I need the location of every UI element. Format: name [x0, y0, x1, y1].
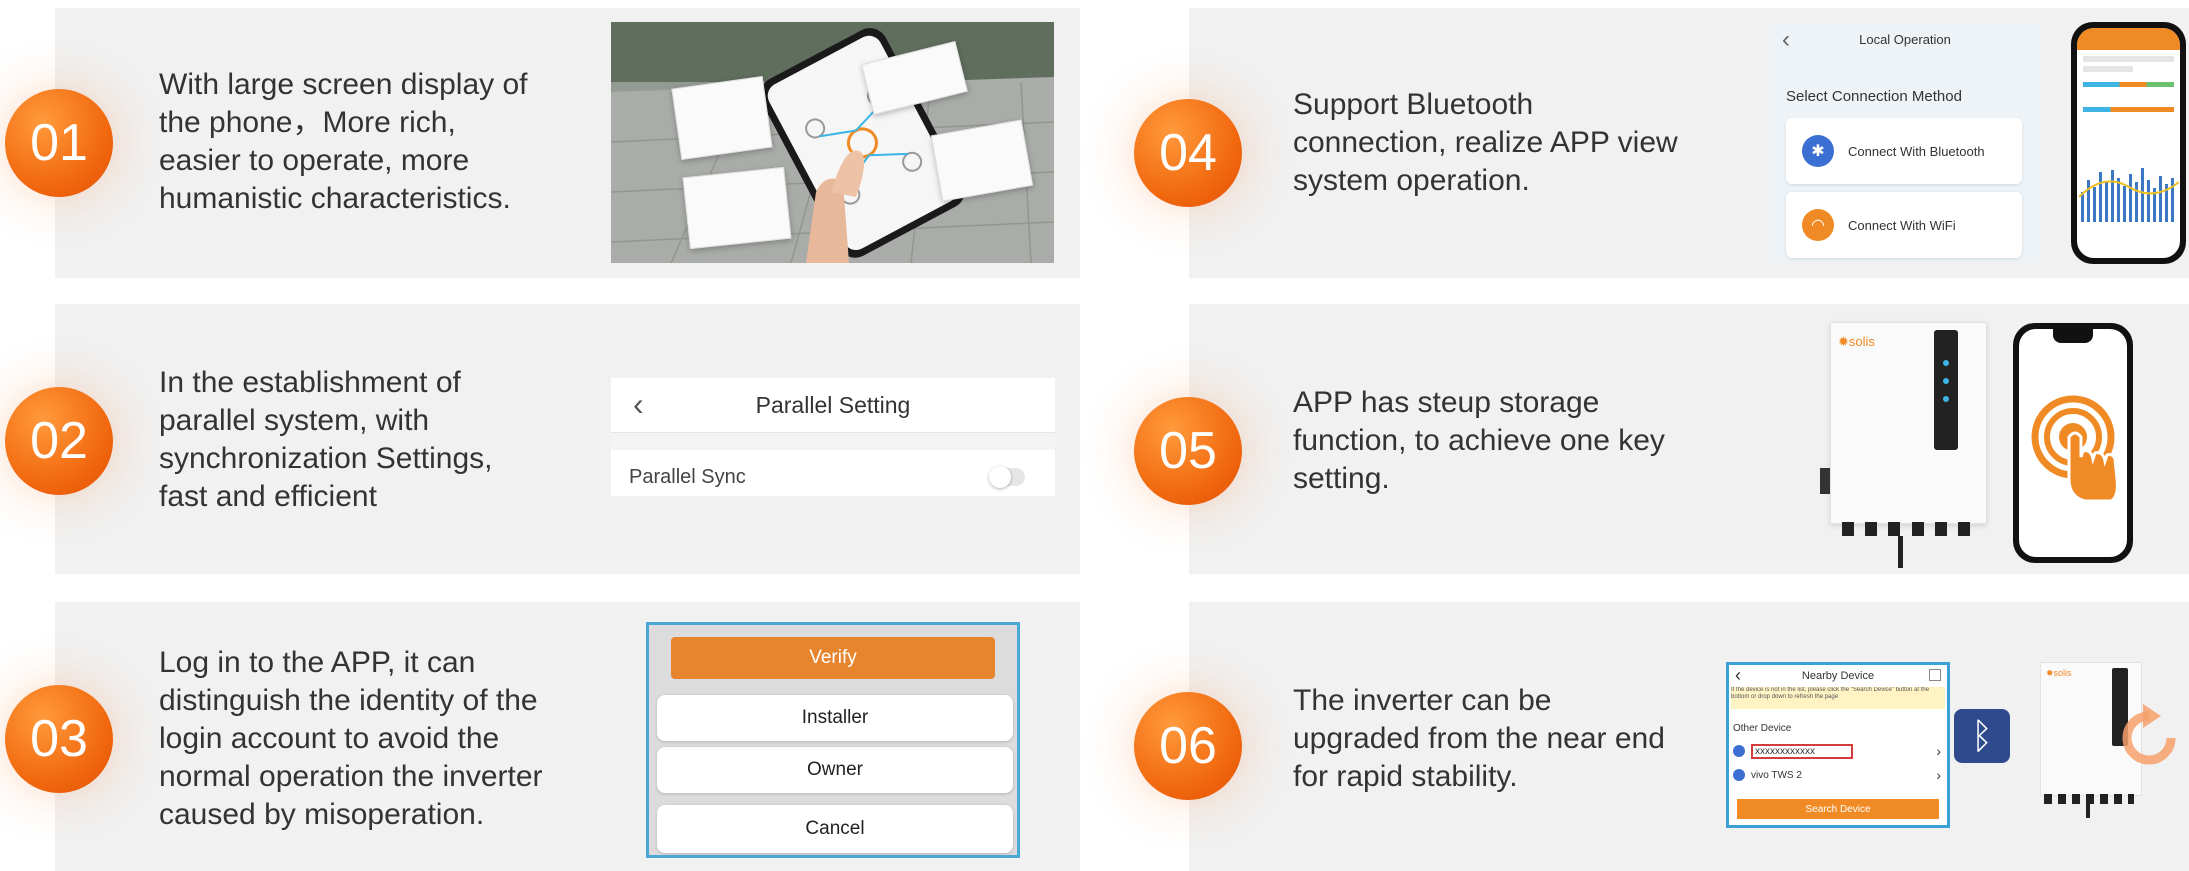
connect-wifi-label: Connect With WiFi — [1848, 217, 1956, 233]
toggle-knob — [989, 466, 1011, 488]
feature-description: Support Bluetooth connection, realize APP… — [1293, 88, 1678, 197]
phone-screen — [2019, 329, 2127, 557]
feature-description: With large screen display of the phone，Mo… — [159, 68, 528, 215]
device-row[interactable]: vivo TWS 2 › — [1733, 765, 1943, 785]
feature-number-badge: 04 — [1134, 99, 1242, 207]
feature-description: APP has steup storage function, to achiev… — [1293, 386, 1665, 495]
solis-logo-icon: ✹ — [1838, 334, 1849, 349]
local-operation-screen: ‹ Local Operation Select Connection Meth… — [1770, 22, 2040, 262]
parallel-sync-row: Parallel Sync — [611, 450, 1055, 496]
device-name: vivo TWS 2 — [1751, 769, 1802, 781]
wifi-icon: ◠ — [1802, 209, 1834, 241]
parallel-setting-header: ‹ Parallel Setting — [611, 378, 1055, 433]
refresh-notice: If the device is not in the list, please… — [1731, 687, 1945, 709]
inverter-upgrade-image: ✹solis — [2034, 658, 2189, 818]
connect-bluetooth-label: Connect With Bluetooth — [1848, 143, 1985, 159]
bluetooth-device-icon — [1733, 769, 1745, 781]
bluetooth-icon: ✱ — [1802, 135, 1834, 167]
feature-number-badge: 01 — [5, 89, 113, 197]
connection-prompt: Select Connection Method — [1786, 88, 1962, 105]
login-role-menu: Verify Installer Owner Cancel — [646, 622, 1020, 858]
phone-monitoring-app — [2071, 22, 2186, 264]
refresh-icon — [2122, 704, 2176, 765]
screen-title: Local Operation — [1859, 32, 1951, 47]
inverter-body — [1830, 322, 1987, 524]
chevron-right-icon: › — [1936, 767, 1941, 783]
cancel-button[interactable]: Cancel — [657, 805, 1013, 853]
connect-wifi-button[interactable]: ◠ Connect With WiFi — [1786, 192, 2022, 258]
feature-description: In the establishment of parallel system, … — [159, 366, 493, 513]
feature-number-badge: 02 — [5, 387, 113, 495]
phone-hologram-photo — [611, 22, 1054, 263]
bluetooth-device-icon — [1733, 745, 1745, 757]
back-chevron-icon[interactable]: ‹ — [633, 386, 644, 423]
nearby-device-screen: ‹ Nearby Device If the device is not in … — [1726, 662, 1950, 828]
inverter-connectors — [1836, 522, 1976, 540]
search-device-button[interactable]: Search Device — [1737, 799, 1939, 819]
owner-option[interactable]: Owner — [657, 747, 1013, 793]
floating-dashboard-panel — [682, 166, 792, 250]
scan-icon[interactable] — [1929, 669, 1941, 681]
parallel-setting-screen: ‹ Parallel Setting Parallel Sync — [611, 378, 1055, 496]
hybrid-inverter-image: ✹solis — [1818, 318, 1990, 574]
chevron-right-icon: › — [1936, 743, 1941, 759]
bluetooth-icon: ᛒ — [1954, 709, 2010, 763]
feature-number-badge: 03 — [5, 685, 113, 793]
parallel-sync-toggle[interactable] — [989, 466, 1025, 488]
phone-one-key-setting — [2013, 323, 2133, 563]
page-title: Parallel Setting — [755, 391, 911, 418]
feature-description: Log in to the APP, it can distinguish the… — [159, 646, 543, 831]
feature-number-badge: 05 — [1134, 397, 1242, 505]
device-row[interactable]: xxxxxxxxxxxx › — [1733, 741, 1943, 761]
parallel-sync-label: Parallel Sync — [629, 465, 746, 488]
solis-logo-icon: ✹ — [2046, 668, 2054, 678]
feature-description: The inverter can be upgraded from the nea… — [1293, 684, 1665, 793]
section-label: Other Device — [1733, 723, 1792, 734]
phone-screen — [2077, 28, 2180, 258]
verify-button[interactable]: Verify — [671, 637, 995, 679]
device-name: xxxxxxxxxxxx — [1751, 743, 1853, 759]
inverter-display-panel — [1934, 330, 1958, 450]
solis-logo: ✹solis — [2046, 668, 2072, 678]
screen-title: Nearby Device — [1801, 670, 1875, 682]
tap-gesture-icon — [2031, 395, 2119, 503]
feature-number-badge: 06 — [1134, 692, 1242, 800]
connect-bluetooth-button[interactable]: ✱ Connect With Bluetooth — [1786, 118, 2022, 184]
installer-option[interactable]: Installer — [657, 695, 1013, 741]
floating-dashboard-panel — [671, 75, 773, 161]
solis-logo: ✹solis — [1838, 334, 1875, 349]
